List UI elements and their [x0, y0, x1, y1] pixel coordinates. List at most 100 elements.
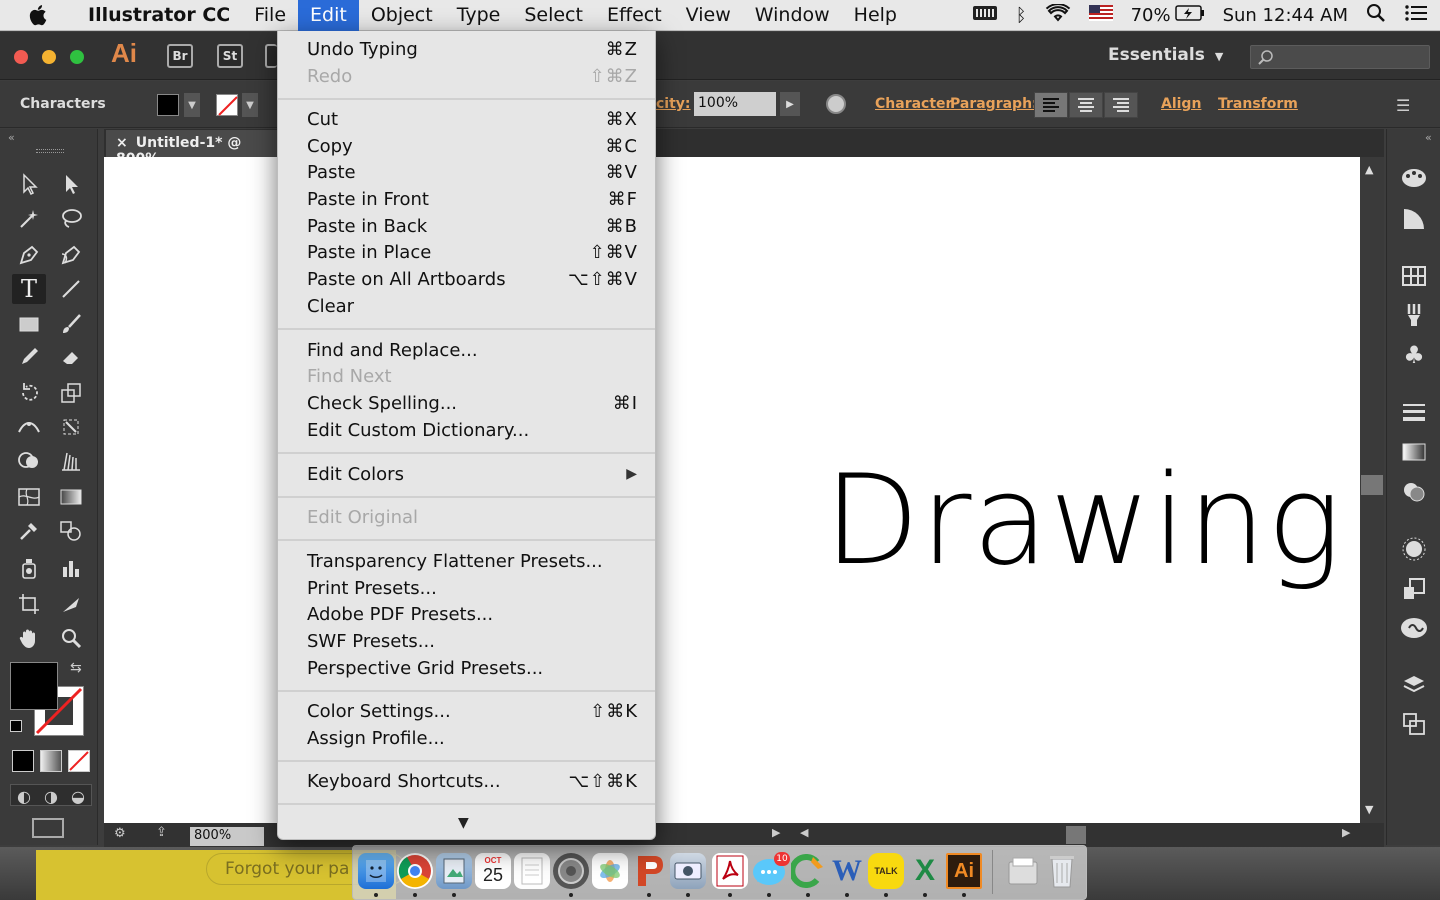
menu-item-edit-custom-dictionary[interactable]: Edit Custom Dictionary... — [307, 417, 638, 443]
brushes-panel-icon[interactable] — [1400, 301, 1428, 329]
menu-item-cut[interactable]: Cut ⌘X — [307, 106, 638, 132]
image-capture-dock-icon[interactable] — [670, 853, 706, 889]
menu-edit[interactable]: Edit — [298, 0, 359, 31]
menu-item-paste-in-front[interactable]: Paste in Front ⌘F — [307, 186, 638, 212]
share-icon[interactable]: ⇪ — [156, 825, 167, 840]
none-mode-icon[interactable] — [68, 750, 90, 772]
type-tool-icon[interactable]: T — [12, 274, 46, 304]
menu-help[interactable]: Help — [842, 0, 909, 31]
menu-item-swf-presets[interactable]: SWF Presets... — [307, 628, 638, 654]
menu-item-color-settings[interactable]: Color Settings... ⇧⌘K — [307, 698, 638, 724]
help-search-input[interactable] — [1250, 45, 1430, 69]
fill-swatch[interactable] — [157, 94, 179, 116]
align-panel-link[interactable]: Align — [1161, 96, 1201, 112]
menu-item-check-spelling[interactable]: Check Spelling... ⌘I — [307, 390, 638, 416]
menu-item-copy[interactable]: Copy ⌘C — [307, 133, 638, 159]
menu-select[interactable]: Select — [512, 0, 595, 31]
hscroll-right-icon[interactable]: ▶ — [1342, 826, 1350, 839]
default-colors-icon[interactable] — [10, 720, 22, 732]
menu-item-transparency-flattener-presets[interactable]: Transparency Flattener Presets... — [307, 548, 638, 574]
lasso-tool-icon[interactable] — [54, 203, 88, 233]
bridge-button[interactable]: Br — [167, 44, 193, 68]
menu-item-keyboard-shortcuts[interactable]: Keyboard Shortcuts... ⌥⇧⌘K — [307, 768, 638, 794]
menu-item-print-presets[interactable]: Print Presets... — [307, 575, 638, 601]
battery-percent[interactable]: 70% — [1131, 5, 1171, 26]
align-right-button[interactable] — [1104, 92, 1138, 118]
color-mode-icon[interactable] — [12, 750, 34, 772]
rotate-tool-icon[interactable] — [12, 378, 46, 408]
close-tab-icon[interactable]: × — [116, 135, 128, 151]
fill-dropdown-icon[interactable]: ▼ — [184, 93, 200, 117]
eyedropper-tool-icon[interactable] — [12, 516, 46, 546]
gpu-performance-icon[interactable]: ⚙ — [114, 826, 126, 841]
color-panel-icon[interactable] — [1400, 164, 1428, 192]
menu-scroll-down-icon[interactable]: ▼ — [458, 815, 469, 831]
wifi-icon[interactable] — [1045, 3, 1071, 27]
menu-item-perspective-grid-presets[interactable]: Perspective Grid Presets... — [307, 655, 638, 681]
symbols-panel-icon[interactable]: ♣ — [1400, 341, 1428, 369]
rectangle-tool-icon[interactable] — [12, 309, 46, 339]
draw-inside-icon[interactable]: ◒ — [71, 787, 85, 806]
layers-panel-icon[interactable] — [1400, 671, 1428, 699]
preview-dock-icon[interactable] — [436, 853, 472, 889]
paintbrush-tool-icon[interactable] — [54, 309, 88, 339]
artboards-panel-icon[interactable] — [1400, 710, 1428, 738]
illustrator-dock-icon[interactable]: Ai — [946, 853, 982, 889]
draw-normal-icon[interactable]: ◐ — [17, 787, 31, 806]
scale-tool-icon[interactable] — [54, 378, 88, 408]
system-preferences-dock-icon[interactable] — [553, 853, 589, 889]
zoom-window-button[interactable] — [70, 50, 84, 64]
menu-window[interactable]: Window — [743, 0, 842, 31]
curvature-tool-icon[interactable] — [54, 240, 88, 270]
apple-icon[interactable] — [0, 4, 76, 26]
line-segment-tool-icon[interactable] — [54, 274, 88, 304]
menu-item-clear[interactable]: Clear — [307, 293, 638, 319]
pen-tool-icon[interactable] — [12, 240, 46, 270]
appearance-panel-icon[interactable] — [1400, 535, 1428, 563]
slice-tool-icon[interactable] — [54, 589, 88, 619]
stock-button[interactable]: St — [217, 44, 243, 68]
collapse-panel-icon[interactable]: « — [8, 131, 15, 144]
menu-item-paste[interactable]: Paste ⌘V — [307, 159, 638, 185]
chrome-dock-icon[interactable] — [397, 853, 433, 889]
drawing-modes-group[interactable]: ◐ ◑ ◒ — [10, 784, 92, 806]
menu-item-paste-on-all-artboards[interactable]: Paste on All Artboards ⌥⇧⌘V — [307, 266, 638, 292]
menu-item-paste-in-place[interactable]: Paste in Place ⇧⌘V — [307, 239, 638, 265]
menu-item-adobe-pdf-presets[interactable]: Adobe PDF Presets... — [307, 601, 638, 627]
panel-menu-icon[interactable]: ☰ — [1396, 96, 1410, 115]
graphic-styles-panel-icon[interactable] — [1400, 575, 1428, 603]
column-graph-tool-icon[interactable] — [54, 553, 88, 583]
align-center-button[interactable] — [1069, 92, 1103, 118]
zoom-level-input[interactable]: 800% — [190, 827, 264, 846]
free-transform-tool-icon[interactable] — [54, 412, 88, 442]
close-window-button[interactable] — [14, 50, 28, 64]
scroll-down-icon[interactable]: ▼ — [1365, 803, 1373, 816]
kakaotalk-dock-icon[interactable]: TALK — [868, 853, 904, 889]
minimize-window-button[interactable] — [42, 50, 56, 64]
document-tab[interactable]: ×Untitled-1* @ 800% — [106, 130, 286, 167]
finder-dock-icon[interactable] — [358, 853, 394, 889]
artboard-tool-icon[interactable] — [12, 589, 46, 619]
selection-tool-icon[interactable] — [12, 169, 46, 199]
blend-tool-icon[interactable] — [54, 516, 88, 546]
menu-item-assign-profile[interactable]: Assign Profile... — [307, 725, 638, 751]
workspace-switcher[interactable]: Essentials ▼ — [1108, 45, 1223, 65]
change-screen-mode-icon[interactable] — [32, 818, 64, 838]
photos-dock-icon[interactable] — [592, 853, 628, 889]
recolor-artwork-icon[interactable] — [826, 94, 846, 114]
hscroll-left-icon[interactable]: ◀ — [800, 826, 808, 839]
keyboard-icon[interactable] — [972, 4, 998, 27]
align-left-button[interactable] — [1034, 92, 1068, 118]
arrange-documents-button[interactable] — [265, 44, 277, 68]
scroll-up-icon[interactable]: ▲ — [1365, 163, 1373, 176]
stroke-dropdown-icon[interactable]: ▼ — [242, 93, 258, 117]
powerpoint-dock-icon[interactable] — [631, 853, 667, 889]
zoom-tool-icon[interactable] — [54, 623, 88, 653]
gradient-mode-icon[interactable] — [40, 750, 62, 772]
stroke-panel-icon[interactable] — [1400, 398, 1428, 426]
panel-grip[interactable] — [36, 149, 64, 153]
character-panel-link[interactable]: Character — [875, 96, 952, 112]
creative-cloud-libraries-icon[interactable] — [1400, 614, 1428, 642]
documents-stack-dock-icon[interactable] — [1005, 853, 1041, 889]
direct-selection-tool-icon[interactable] — [54, 169, 88, 199]
